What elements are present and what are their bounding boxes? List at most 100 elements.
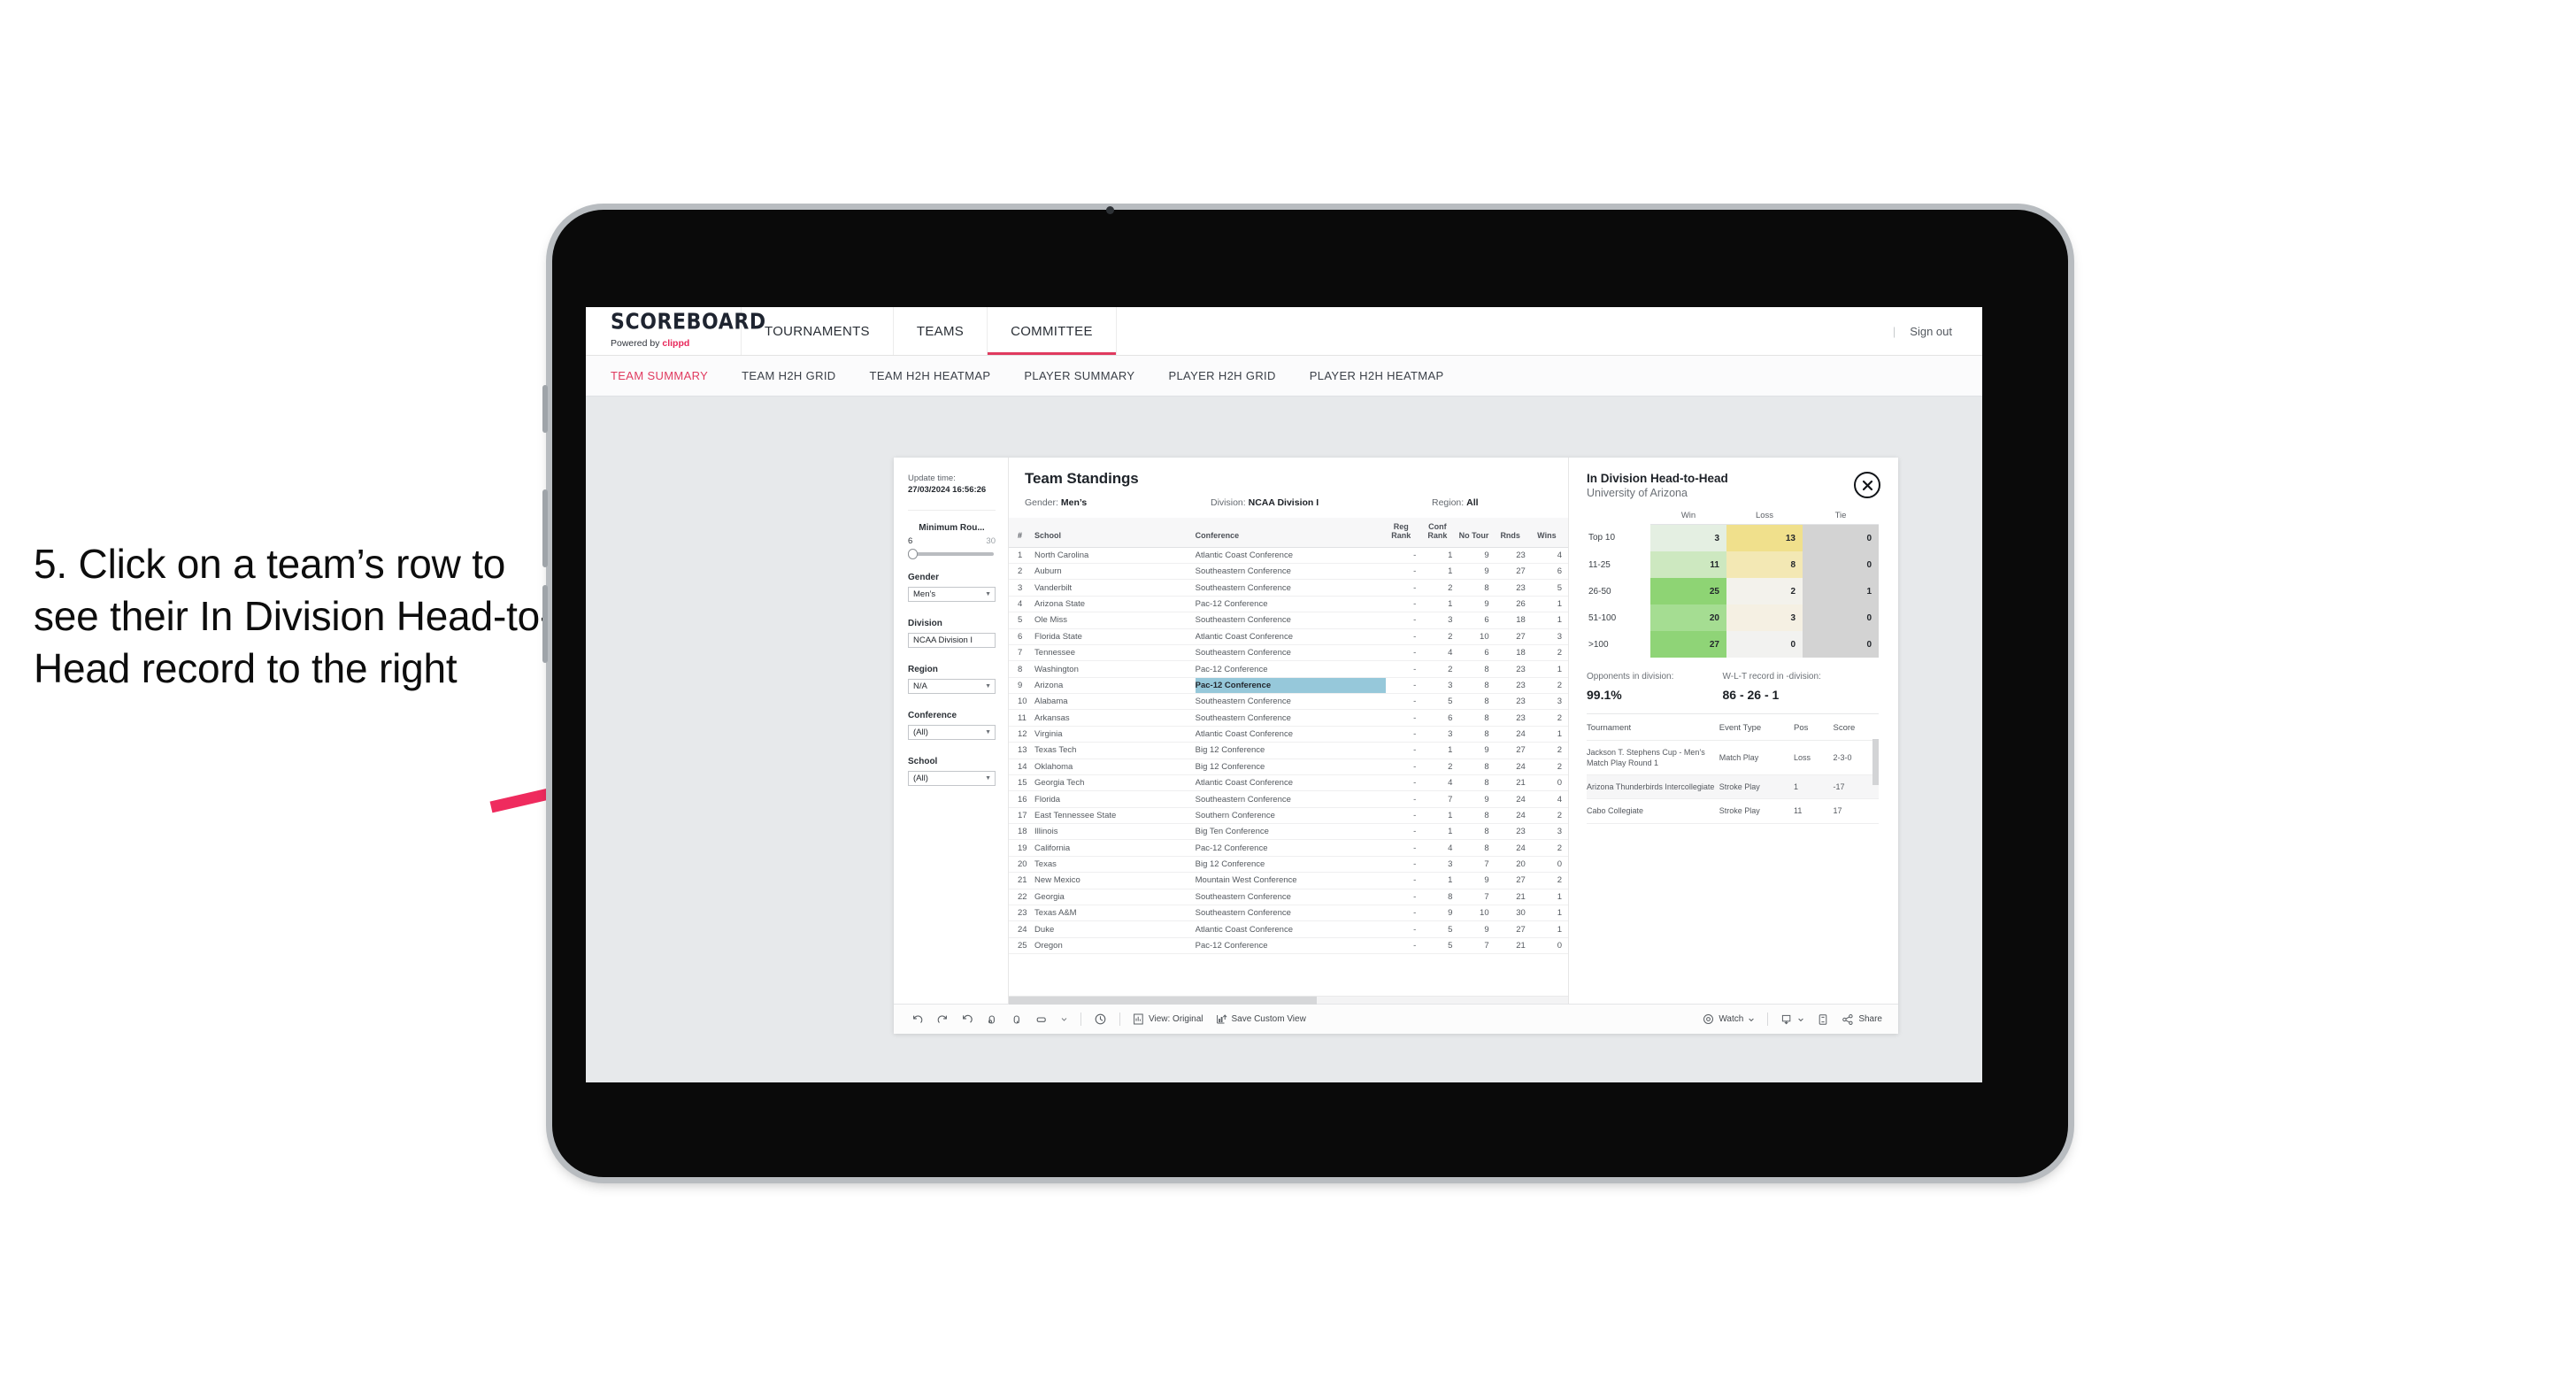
slider-handle[interactable] — [908, 548, 918, 559]
save-custom-view-button[interactable]: Save Custom View — [1216, 1013, 1306, 1025]
fullscreen-icon[interactable] — [1817, 1013, 1829, 1026]
col-header-event-type[interactable]: Event Type — [1719, 723, 1795, 741]
minimum-rounds-slider[interactable] — [908, 548, 994, 559]
pause-icon[interactable] — [1011, 1013, 1023, 1026]
region-select[interactable]: N/A ▼ — [908, 678, 996, 694]
powered-brand: clippd — [662, 338, 690, 349]
subnav-item-team-h2h-heatmap[interactable]: TEAM H2H HEATMAP — [870, 369, 991, 382]
subnav-item-team-summary[interactable]: TEAM SUMMARY — [611, 369, 708, 382]
table-row[interactable]: 16 Florida Southeastern Conference -7 9 24 4 — [1009, 790, 1568, 808]
table-row[interactable]: 1 North Carolina Atlantic Coast Conference… — [1009, 547, 1568, 565]
close-icon[interactable] — [1854, 472, 1880, 498]
table-row[interactable]: 23 Texas A&M Southeastern Conference -9 10 30… — [1009, 905, 1568, 922]
col-header-conference[interactable]: Conference — [1195, 518, 1387, 548]
topnav-item-committee[interactable]: COMMITTEE — [988, 307, 1117, 355]
table-row[interactable]: 3 Vanderbilt Southeastern Conference -2 8 23 5 — [1009, 579, 1568, 597]
table-row[interactable]: 7 Tennessee Southeastern Conference -4 6 18 2 — [1009, 644, 1568, 662]
revert-icon[interactable] — [961, 1013, 973, 1026]
device-icon[interactable] — [1035, 1013, 1048, 1026]
subnav-item-player-h2h-grid[interactable]: PLAYER H2H GRID — [1168, 369, 1275, 382]
volume-up-button[interactable] — [542, 489, 548, 567]
col-header-score[interactable]: Score — [1833, 723, 1879, 741]
col-header-school[interactable]: School — [1034, 518, 1196, 548]
table-row[interactable]: 24 Duke Atlantic Coast Conference -5 9 27 1 — [1009, 920, 1568, 938]
cell-reg-rank: - — [1386, 905, 1423, 922]
col-header-no-tour[interactable]: No Tour — [1458, 518, 1496, 548]
table-row[interactable]: 10 Alabama Southeastern Conference -5 8 23 3 — [1009, 693, 1568, 711]
col-header-reg-rank[interactable]: Reg Rank — [1386, 518, 1423, 548]
tournaments-scrollbar[interactable] — [1872, 739, 1879, 785]
cell-school: Oregon — [1034, 937, 1196, 955]
tournament-row[interactable]: Arizona Thunderbirds Intercollegiate Stro… — [1587, 774, 1879, 800]
h2h-row-label: 11-25 — [1587, 551, 1650, 578]
table-row[interactable]: 15 Georgia Tech Atlantic Coast Conference -… — [1009, 774, 1568, 792]
table-row[interactable]: 6 Florida State Atlantic Coast Conference -… — [1009, 628, 1568, 645]
cell-wins: 2 — [1531, 807, 1568, 825]
table-row[interactable]: 4 Arizona State Pac-12 Conference -1 9 26 1 — [1009, 596, 1568, 613]
head-to-head-panel: In Division Head-to-Head University of A… — [1569, 458, 1898, 1004]
power-button[interactable] — [542, 385, 548, 433]
signout-link[interactable]: Sign out — [1910, 325, 1952, 338]
volume-down-button[interactable] — [542, 585, 548, 663]
tournament-row[interactable]: Cabo Collegiate Stroke Play 11 17 — [1587, 798, 1879, 824]
undo-icon[interactable] — [911, 1013, 924, 1026]
brand-logo[interactable]: SCOREBOARD Powered by clippd — [586, 307, 765, 355]
cell-reg-rank: - — [1386, 790, 1423, 808]
subnav-item-player-summary[interactable]: PLAYER SUMMARY — [1024, 369, 1134, 382]
table-row[interactable]: 18 Illinois Big Ten Conference -1 8 23 3 — [1009, 823, 1568, 841]
meta-region-label: Region: — [1432, 497, 1467, 508]
table-row[interactable]: 8 Washington Pac-12 Conference -2 8 23 1 — [1009, 660, 1568, 678]
cell-reg-rank: - — [1386, 660, 1423, 678]
cell-no-tour: 9 — [1458, 547, 1496, 565]
col-header-tournament[interactable]: Tournament — [1587, 723, 1719, 741]
topnav-item-tournaments[interactable]: TOURNAMENTS — [742, 307, 894, 355]
standings-table-scroll[interactable]: # School Conference Reg Rank Conf Rank N… — [1009, 518, 1568, 1004]
table-row[interactable]: 2 Auburn Southeastern Conference -1 9 27 6 — [1009, 563, 1568, 581]
col-header-pos[interactable]: Pos — [1794, 723, 1834, 741]
h2h-cell-tie: 0 — [1803, 551, 1879, 578]
subnav-item-team-h2h-grid[interactable]: TEAM H2H GRID — [742, 369, 835, 382]
col-header-rank[interactable]: # — [1009, 518, 1035, 548]
col-header-wins[interactable]: Wins — [1531, 518, 1568, 548]
table-row[interactable]: 9 Arizona Pac-12 Conference -3 8 23 2 — [1009, 677, 1568, 695]
table-row[interactable]: 11 Arkansas Southeastern Conference -6 8 23 2 — [1009, 709, 1568, 727]
refresh-icon[interactable] — [986, 1013, 998, 1026]
cell-no-tour: 9 — [1458, 596, 1496, 613]
school-select[interactable]: (All) ▼ — [908, 770, 996, 786]
horizontal-scrollbar[interactable] — [1009, 996, 1568, 1005]
dashboard-card: Update time: 27/03/2024 16:56:26 Minimum… — [894, 458, 1898, 1034]
cell-wins: 1 — [1531, 726, 1568, 743]
table-row[interactable]: 21 New Mexico Mountain West Conference -1 9 2… — [1009, 872, 1568, 889]
table-row[interactable]: 5 Ole Miss Southeastern Conference -3 6 18 1 — [1009, 612, 1568, 629]
topnav-item-teams[interactable]: TEAMS — [894, 307, 988, 355]
table-row[interactable]: 25 Oregon Pac-12 Conference -5 7 21 0 — [1009, 937, 1568, 955]
col-header-rnds[interactable]: Rnds — [1495, 518, 1532, 548]
gender-select[interactable]: Men’s ▼ — [908, 586, 996, 602]
cell-conf-rank: 5 — [1422, 920, 1459, 938]
table-row[interactable]: 17 East Tennessee State Southern Conferenc… — [1009, 807, 1568, 825]
tournament-row[interactable]: Jackson T. Stephens Cup - Men’s Match Pl… — [1587, 740, 1879, 776]
cell-wins: 1 — [1531, 612, 1568, 629]
chevron-down-icon[interactable] — [1060, 1015, 1068, 1023]
scrollbar-thumb[interactable] — [1009, 997, 1317, 1005]
cell-wins: 2 — [1531, 742, 1568, 759]
table-row[interactable]: 12 Virginia Atlantic Coast Conference -3 8 24… — [1009, 726, 1568, 743]
subnav-item-player-h2h-heatmap[interactable]: PLAYER H2H HEATMAP — [1310, 369, 1444, 382]
table-row[interactable]: 20 Texas Big 12 Conference -3 7 20 0 — [1009, 856, 1568, 874]
conference-select[interactable]: (All) ▼ — [908, 724, 996, 740]
cell-school: Illinois — [1034, 823, 1196, 841]
table-row[interactable]: 14 Oklahoma Big 12 Conference -2 8 24 2 — [1009, 758, 1568, 775]
redo-icon[interactable] — [936, 1013, 949, 1026]
col-header-conf-rank[interactable]: Conf Rank — [1422, 518, 1459, 548]
table-row[interactable]: 19 California Pac-12 Conference -4 8 24 2 — [1009, 839, 1568, 857]
table-row[interactable]: 22 Georgia Southeastern Conference -8 7 21 1 — [1009, 889, 1568, 905]
table-row[interactable]: 13 Texas Tech Big 12 Conference -1 9 27 2 — [1009, 742, 1568, 759]
cell-reg-rank: - — [1386, 889, 1423, 905]
view-original-button[interactable]: View: Original — [1133, 1013, 1203, 1025]
download-button[interactable] — [1780, 1013, 1804, 1026]
watch-button[interactable]: Watch — [1703, 1013, 1755, 1025]
share-button[interactable]: Share — [1842, 1013, 1882, 1026]
division-select[interactable]: NCAA Division I ▼ — [908, 632, 996, 648]
filter-gender: Gender Men’s ▼ — [908, 573, 996, 602]
clock-icon[interactable] — [1094, 1013, 1107, 1026]
